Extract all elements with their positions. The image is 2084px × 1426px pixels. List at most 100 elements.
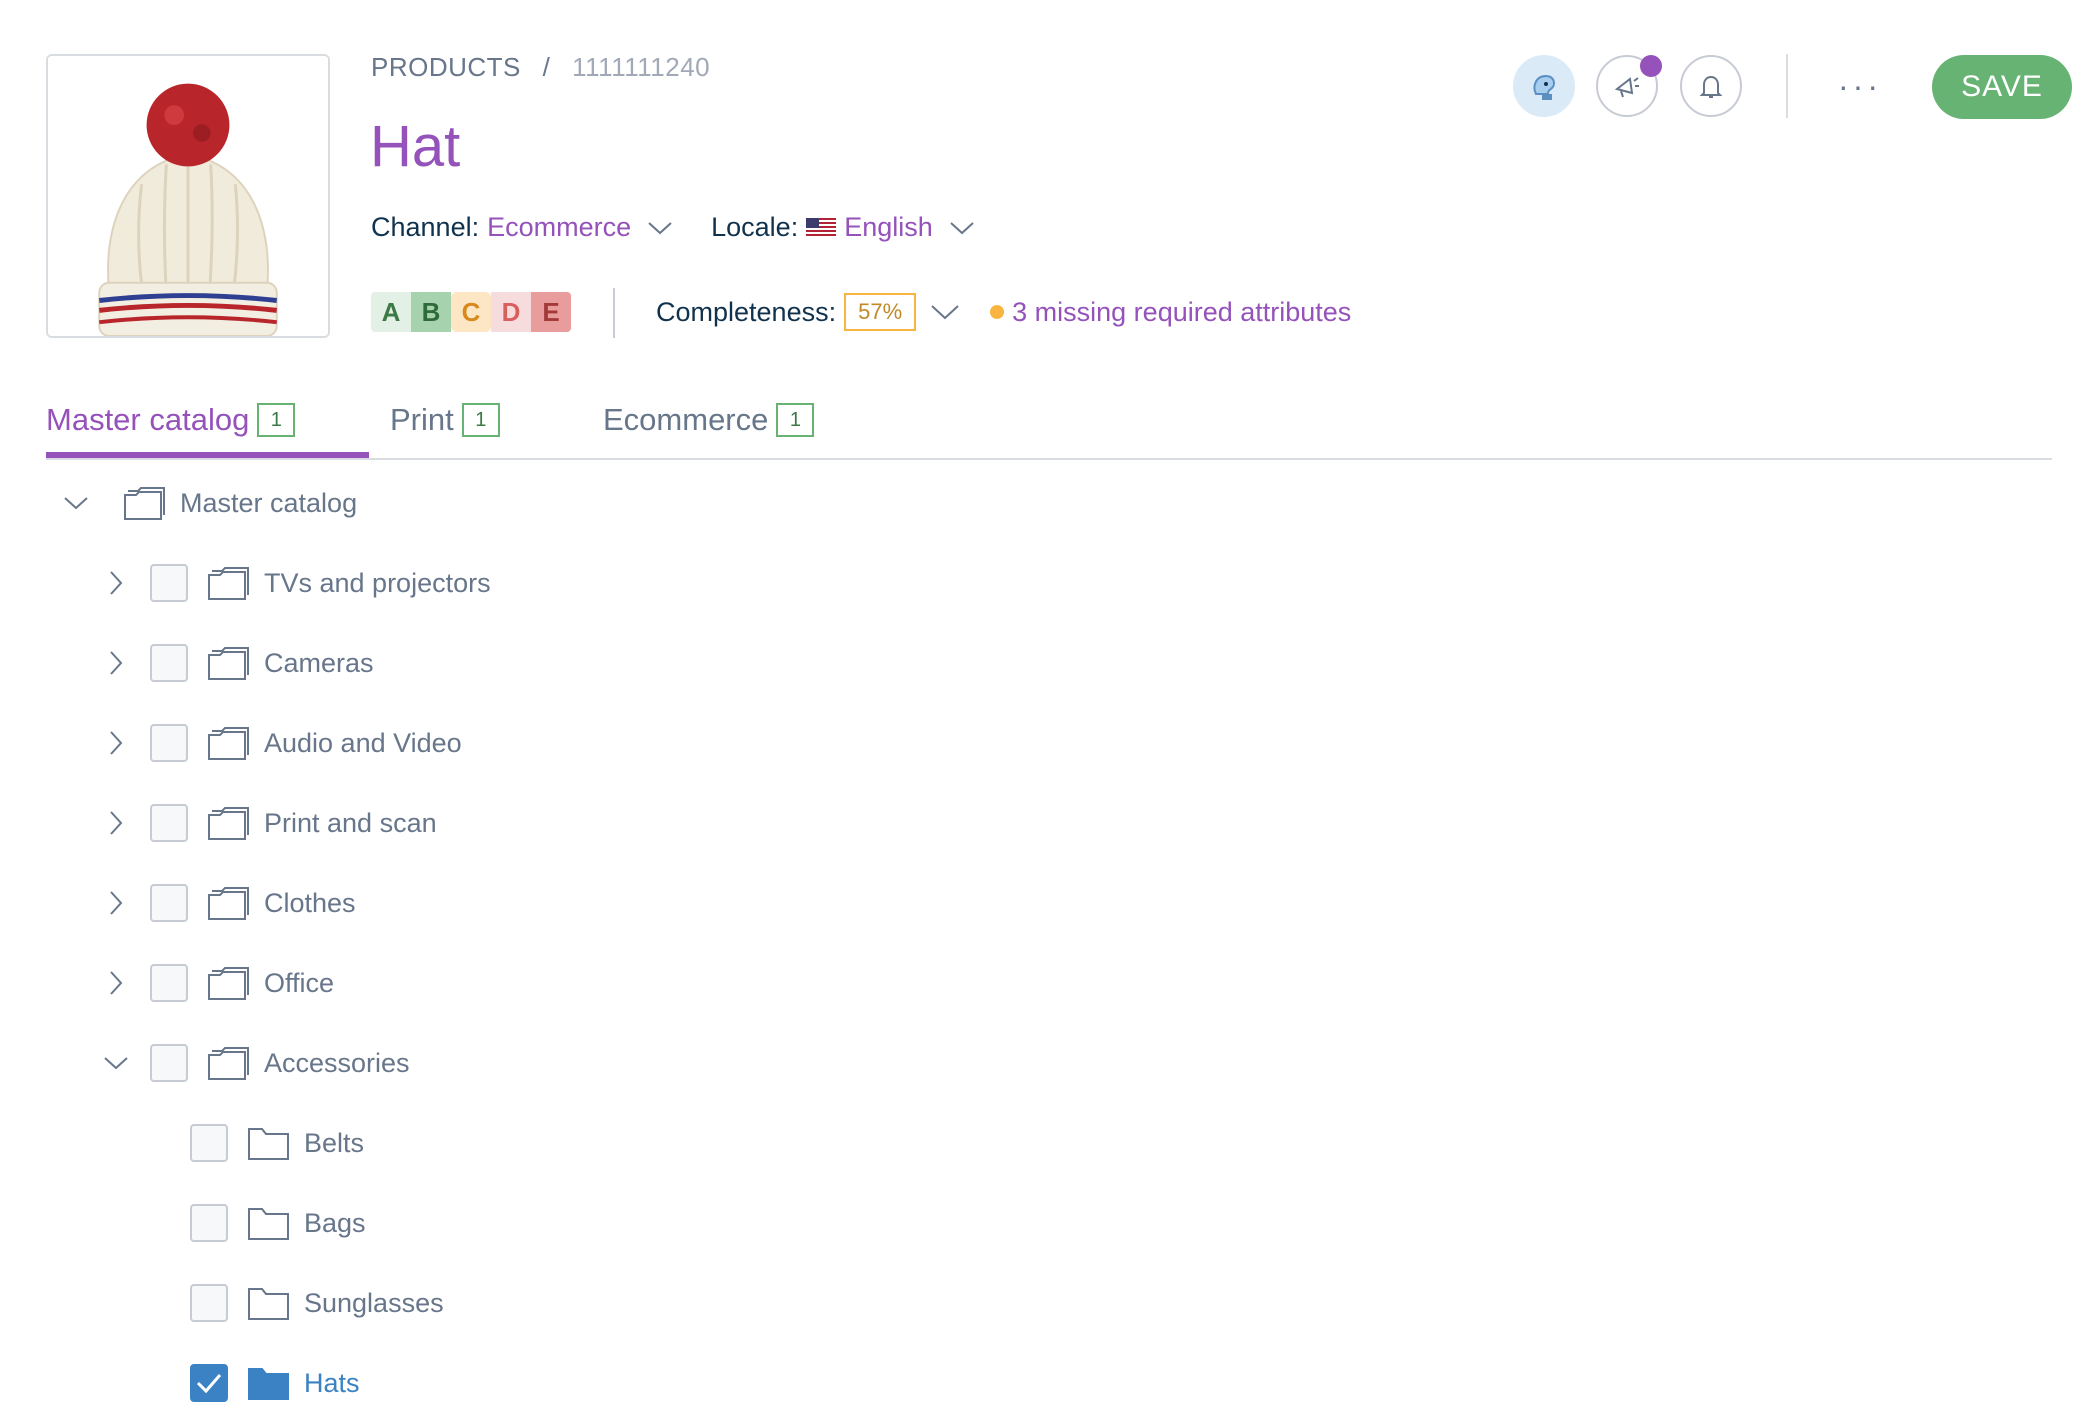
tree-item-label[interactable]: Office xyxy=(264,968,334,999)
missing-attributes-link[interactable]: 3 missing required attributes xyxy=(1012,297,1351,328)
category-checkbox[interactable] xyxy=(150,1044,188,1082)
completeness-badge[interactable]: 57% xyxy=(844,293,917,331)
multi-folder-icon xyxy=(208,647,249,680)
tree-item: Bags xyxy=(136,1198,366,1248)
category-checkbox[interactable] xyxy=(150,644,188,682)
channel-label: Channel: xyxy=(371,212,480,242)
multi-folder-icon xyxy=(124,487,165,520)
tree-item-label[interactable]: Clothes xyxy=(264,888,356,919)
us-flag-icon xyxy=(806,217,837,238)
folder-icon xyxy=(248,1208,289,1240)
quality-grade-b: B xyxy=(411,292,451,332)
tree-item: Print and scan xyxy=(96,798,437,848)
tree-item-label[interactable]: Cameras xyxy=(264,648,374,679)
tree-item-label[interactable]: Audio and Video xyxy=(264,728,462,759)
chevron-right-icon[interactable] xyxy=(96,803,136,843)
tree-item: Clothes xyxy=(96,878,356,928)
hat-image xyxy=(48,56,328,336)
tab-label: Master catalog xyxy=(46,402,250,437)
divider xyxy=(1786,54,1788,118)
checkmark-icon xyxy=(196,1374,222,1394)
category-checkbox[interactable] xyxy=(190,1284,228,1322)
quality-score: ABCDE xyxy=(371,292,571,332)
chevron-down-icon[interactable] xyxy=(56,483,96,523)
completeness-label: Completeness: xyxy=(656,296,837,327)
multi-folder-icon xyxy=(208,727,249,760)
chevron-right-icon[interactable] xyxy=(96,643,136,683)
notifications-button[interactable] xyxy=(1680,55,1742,117)
tree-item: Office xyxy=(96,958,334,1008)
megaphone-icon xyxy=(1614,77,1639,98)
multi-folder-icon xyxy=(208,567,249,600)
multi-folder-icon xyxy=(208,1047,249,1080)
product-image[interactable] xyxy=(46,54,330,338)
chevron-right-icon[interactable] xyxy=(96,963,136,1003)
context-switchers: Channel: Ecommerce Locale: English xyxy=(371,212,1013,243)
more-options-button[interactable]: ··· xyxy=(1838,70,1882,102)
tree-root: Master catalog xyxy=(56,478,357,528)
quality-grade-d: D xyxy=(491,292,531,332)
chevron-down-icon[interactable] xyxy=(930,303,960,321)
quality-grade-c: C xyxy=(451,292,491,332)
tree-item: Sunglasses xyxy=(136,1278,444,1328)
bell-icon xyxy=(1699,75,1723,98)
quality-grade-a: A xyxy=(371,292,411,332)
user-avatar-button[interactable] xyxy=(1513,55,1575,117)
category-checkbox[interactable] xyxy=(150,564,188,602)
category-checkbox[interactable] xyxy=(190,1364,228,1402)
tree-item-label[interactable]: Sunglasses xyxy=(304,1288,444,1319)
multi-folder-icon xyxy=(208,967,249,1000)
locale-label: Locale: xyxy=(711,212,799,242)
category-checkbox[interactable] xyxy=(150,724,188,762)
tab-print[interactable]: Print 1 xyxy=(390,394,500,446)
breadcrumb-products-link[interactable]: PRODUCTS xyxy=(371,52,521,82)
tab-ecommerce[interactable]: Ecommerce 1 xyxy=(603,394,815,446)
divider xyxy=(613,288,615,338)
active-tab-indicator xyxy=(46,452,369,458)
tab-master-catalog[interactable]: Master catalog 1 xyxy=(46,394,296,446)
tree-item: Cameras xyxy=(96,638,374,688)
channel-switcher[interactable]: Ecommerce xyxy=(487,212,631,243)
tree-item-label[interactable]: Accessories xyxy=(264,1048,410,1079)
category-tabs: Master catalog 1 Print 1 Ecommerce 1 xyxy=(46,386,2052,460)
category-checkbox[interactable] xyxy=(150,964,188,1002)
tree-item-label[interactable]: Bags xyxy=(304,1208,366,1239)
category-checkbox[interactable] xyxy=(190,1204,228,1242)
tab-label: Print xyxy=(390,402,454,437)
tree-item: Accessories xyxy=(96,1038,410,1088)
chevron-down-icon[interactable] xyxy=(96,1043,136,1083)
category-checkbox[interactable] xyxy=(190,1124,228,1162)
user-avatar-icon xyxy=(1533,74,1555,100)
chevron-down-icon[interactable] xyxy=(647,220,673,236)
breadcrumb-product-id: 1111111240 xyxy=(572,52,711,82)
folder-icon xyxy=(248,1128,289,1160)
chevron-right-icon[interactable] xyxy=(96,883,136,923)
tree-item: Belts xyxy=(136,1118,364,1168)
folder-icon xyxy=(248,1288,289,1320)
locale-switcher[interactable]: English xyxy=(844,212,933,243)
page-title: Hat xyxy=(370,114,461,179)
chevron-right-icon[interactable] xyxy=(96,563,136,603)
category-checkbox[interactable] xyxy=(150,884,188,922)
tree-item: Audio and Video xyxy=(96,718,462,768)
tree-item-label[interactable]: Print and scan xyxy=(264,808,437,839)
tree-item-label[interactable]: TVs and projectors xyxy=(264,568,491,599)
completeness: Completeness: 57% 3 missing required att… xyxy=(656,292,1351,332)
tree-item-label[interactable]: Hats xyxy=(304,1368,360,1399)
tree-item: TVs and projectors xyxy=(96,558,491,608)
quality-grade-e: E xyxy=(531,292,571,332)
category-checkbox[interactable] xyxy=(150,804,188,842)
tab-count-badge: 1 xyxy=(461,403,500,437)
tree-item-label[interactable]: Belts xyxy=(304,1128,364,1159)
tree-root-label[interactable]: Master catalog xyxy=(180,488,357,519)
breadcrumb: PRODUCTS / 1111111240 xyxy=(371,52,710,83)
chevron-right-icon[interactable] xyxy=(96,723,136,763)
tab-count-badge: 1 xyxy=(776,403,815,437)
tab-count-badge: 1 xyxy=(257,403,296,437)
chevron-down-icon[interactable] xyxy=(949,220,975,236)
save-button[interactable]: SAVE xyxy=(1932,55,2072,119)
